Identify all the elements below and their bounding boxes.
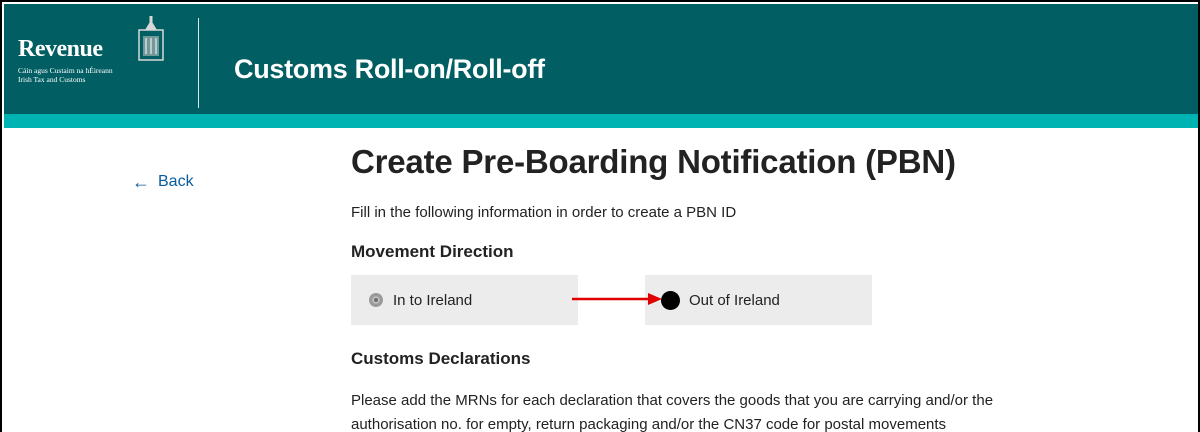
description-line-2: authorisation no. for empty, return pack… <box>351 416 947 432</box>
radio-selected-icon[interactable] <box>661 290 680 310</box>
accent-strip <box>4 114 1198 128</box>
description-line-1: Please add the MRNs for each declaration… <box>351 392 994 409</box>
annotation-arrow-icon <box>572 293 662 305</box>
customs-declarations-heading: Customs Declarations <box>351 349 531 368</box>
header-divider <box>198 18 199 108</box>
customs-declarations-description: Please add the MRNs for each declaration… <box>351 389 1171 432</box>
radio-option-out-of-ireland[interactable]: Out of Ireland <box>645 275 872 325</box>
radio-option-in-to-ireland[interactable]: In to Ireland <box>351 275 578 325</box>
radio-label-out-of-ireland: Out of Ireland <box>689 291 780 309</box>
building-crest-icon <box>138 16 164 61</box>
movement-direction-heading: Movement Direction <box>351 242 514 261</box>
app-title: Customs Roll-on/Roll-off <box>234 54 545 84</box>
radio-unselected-icon[interactable] <box>369 293 383 307</box>
logo-subtitle-line2: Irish Tax and Customs <box>18 75 86 84</box>
logo-wordmark: Revenue <box>18 36 103 62</box>
page-frame: Revenue Cáin agus Custaim na hÉireann Ir… <box>0 0 1200 432</box>
back-link[interactable]: ← Back <box>132 173 194 191</box>
site-header: Revenue Cáin agus Custaim na hÉireann Ir… <box>4 4 1198 114</box>
revenue-logo[interactable]: Revenue Cáin agus Custaim na hÉireann Ir… <box>18 16 178 96</box>
intro-text: Fill in the following information in ord… <box>351 204 737 221</box>
logo-subtitle-line1: Cáin agus Custaim na hÉireann <box>18 66 113 75</box>
page-title: Create Pre-Boarding Notification (PBN) <box>351 143 956 180</box>
logo-subtitle: Cáin agus Custaim na hÉireann Irish Tax … <box>18 66 113 84</box>
arrow-left-icon: ← <box>132 172 150 192</box>
radio-label-in-to-ireland: In to Ireland <box>393 291 473 309</box>
back-link-label: Back <box>158 173 194 190</box>
